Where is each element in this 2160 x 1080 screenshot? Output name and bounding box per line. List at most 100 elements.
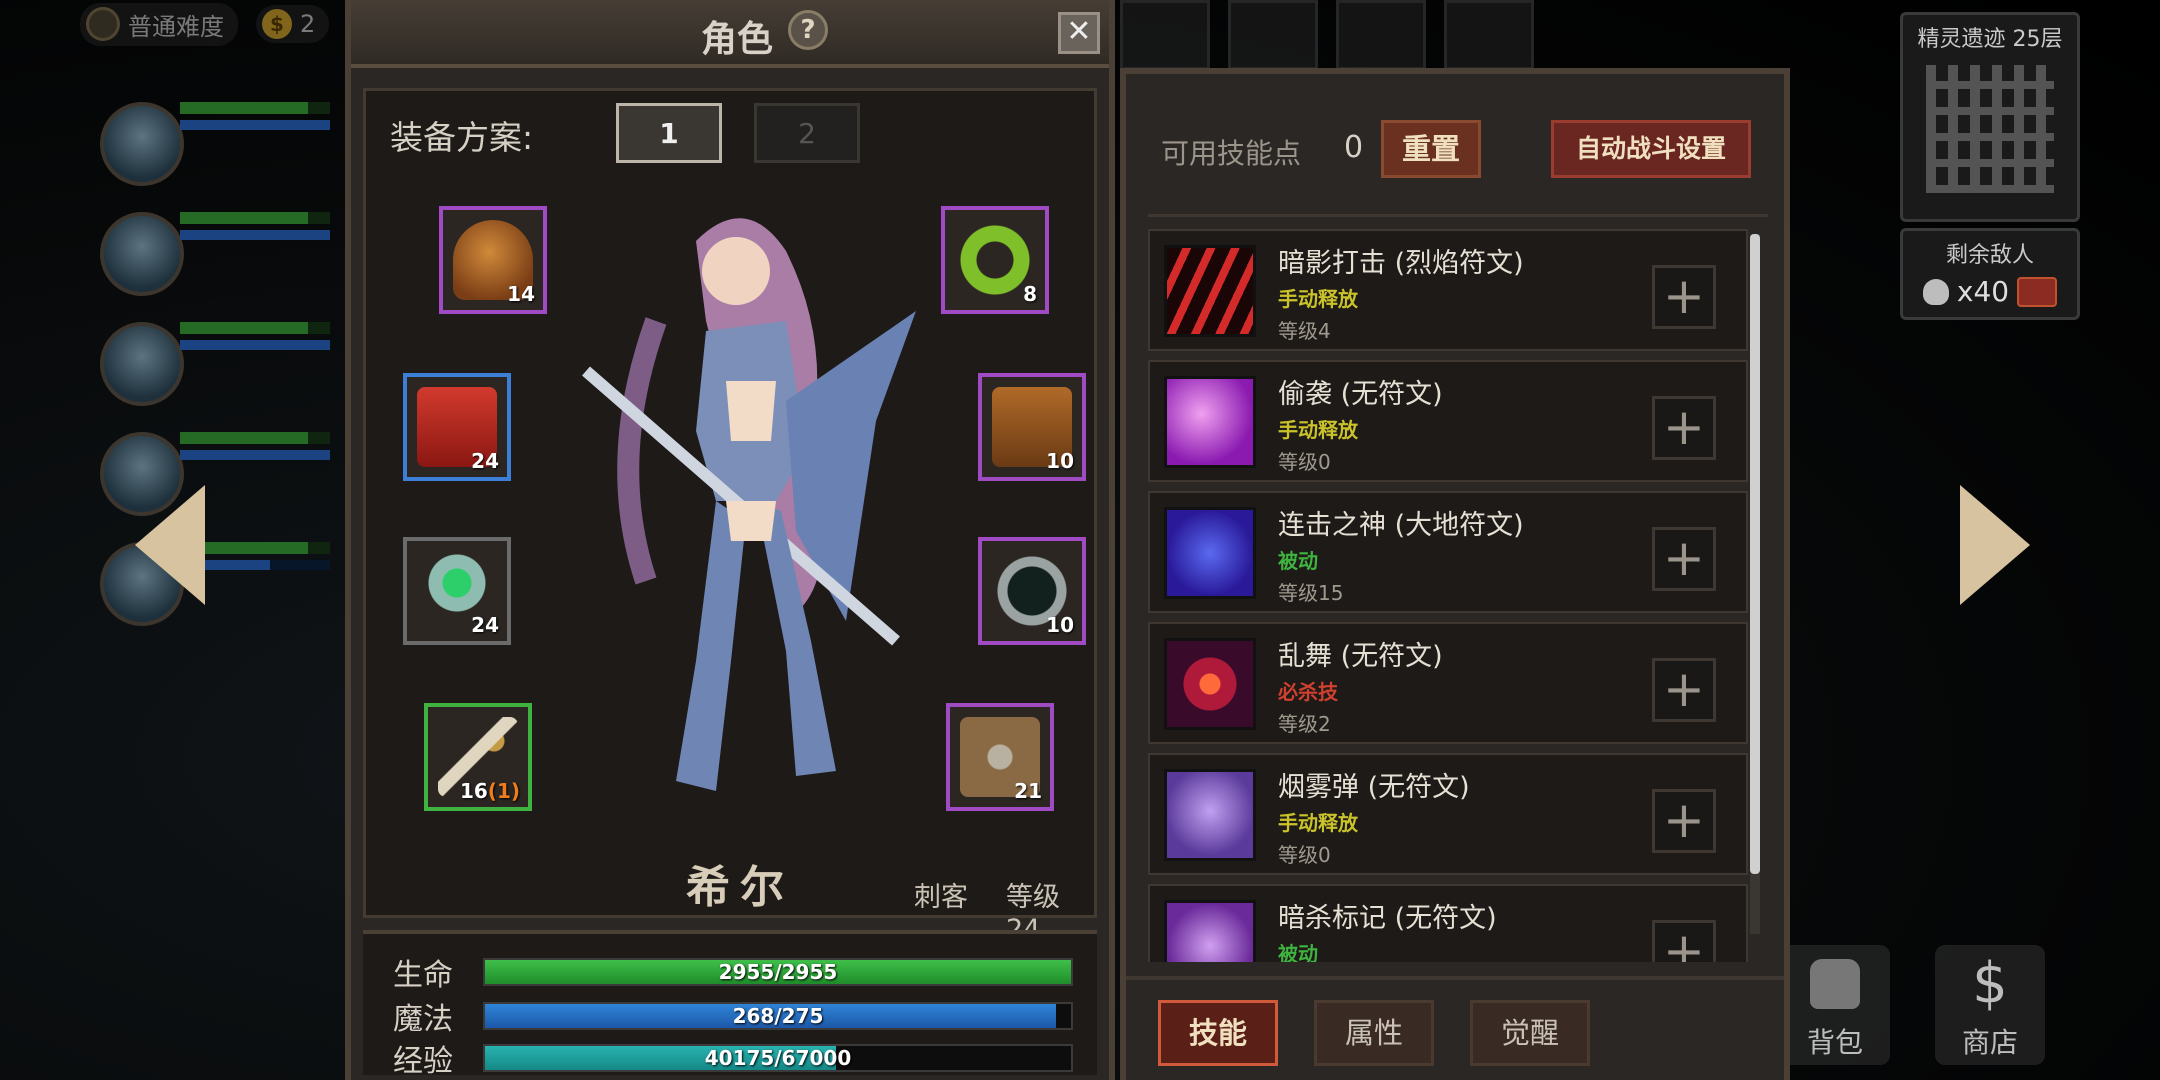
skill-type: 手动释放 bbox=[1278, 811, 1358, 835]
skill-level: 等级0 bbox=[1278, 450, 1331, 474]
remaining-enemies: 剩余敌人 x40 bbox=[1900, 228, 2080, 320]
skill-upgrade-plus-icon[interactable]: + bbox=[1652, 527, 1716, 591]
skill-upgrade-plus-icon[interactable]: + bbox=[1652, 658, 1716, 722]
mp-bar: 268/275 bbox=[483, 1002, 1073, 1030]
bag-label: 背包 bbox=[1806, 1026, 1863, 1059]
skill-type: 被动 bbox=[1278, 549, 1318, 573]
close-button[interactable]: ✕ bbox=[1058, 12, 1100, 54]
frenzy-eye-icon bbox=[1164, 638, 1256, 730]
shield-count: 21 bbox=[1014, 779, 1042, 803]
remaining-enemies-label: 剩余敌人 bbox=[1945, 243, 2034, 268]
equip-slot-shield[interactable]: 21 bbox=[946, 703, 1054, 811]
dollar-icon: $ bbox=[1972, 951, 2008, 1016]
necklace-count: 8 bbox=[1023, 282, 1037, 306]
helmet-count: 14 bbox=[507, 282, 535, 306]
shadow-strike-icon bbox=[1164, 245, 1256, 337]
equip-slot-armor[interactable]: 24 bbox=[403, 373, 511, 481]
hp-bar: 2955/2955 bbox=[483, 958, 1073, 986]
mp-label: 魔法 bbox=[393, 1002, 453, 1037]
backstab-icon bbox=[1164, 376, 1256, 468]
skill-upgrade-plus-icon[interactable]: + bbox=[1652, 920, 1716, 962]
reset-skills-button[interactable]: 重置 bbox=[1381, 120, 1481, 178]
hero-stats: 生命 2955/2955 魔法 268/275 经验 40175/67000 bbox=[363, 930, 1097, 1079]
skill-item[interactable]: 烟雾弹 (无符文) 手动释放 等级0 + bbox=[1148, 753, 1748, 875]
assassin-mark-icon bbox=[1164, 900, 1256, 962]
loadout-label: 装备方案: bbox=[390, 118, 534, 157]
bracelet-count: 10 bbox=[1046, 613, 1074, 637]
xp-label: 经验 bbox=[393, 1044, 453, 1079]
skill-level: 等级2 bbox=[1278, 712, 1331, 736]
skill-points-label: 可用技能点 bbox=[1161, 137, 1302, 170]
skill-name: 乱舞 (无符文) bbox=[1278, 641, 1443, 672]
weapon-plus: (1) bbox=[487, 779, 520, 803]
auto-battle-settings-button[interactable]: 自动战斗设置 bbox=[1551, 120, 1751, 178]
bag-button[interactable]: 背包 bbox=[1780, 945, 1890, 1065]
hp-value: 2955/2955 bbox=[718, 960, 838, 984]
scrollbar-thumb[interactable] bbox=[1750, 234, 1760, 874]
panel-title: 角色 bbox=[701, 19, 774, 60]
skills-panel: 可用技能点 0 重置 自动战斗设置 暗影打击 (烈焰符文) 手动释放 等级4 +… bbox=[1120, 68, 1790, 1080]
shop-label: 商店 bbox=[1961, 1026, 2018, 1059]
skill-upgrade-plus-icon[interactable]: + bbox=[1652, 396, 1716, 460]
equip-slot-ring[interactable]: 24 bbox=[403, 537, 511, 645]
skill-type: 手动释放 bbox=[1278, 287, 1358, 311]
hero-name: 希尔 bbox=[686, 862, 794, 913]
equip-slot-necklace[interactable]: 8 bbox=[941, 206, 1049, 314]
smoke-bomb-icon bbox=[1164, 769, 1256, 861]
tab-awakening[interactable]: 觉醒 bbox=[1470, 1000, 1590, 1066]
loadout-1-button[interactable]: 1 bbox=[616, 103, 722, 163]
hp-row: 生命 2955/2955 bbox=[393, 952, 1073, 993]
equip-slot-helmet[interactable]: 14 bbox=[439, 206, 547, 314]
weapon-level: 16 bbox=[459, 779, 488, 803]
skill-item[interactable]: 连击之神 (大地符文) 被动 等级15 + bbox=[1148, 491, 1748, 613]
skill-list-scrollbar[interactable] bbox=[1750, 234, 1760, 934]
skill-name: 暗影打击 (烈焰符文) bbox=[1278, 248, 1524, 279]
skill-upgrade-plus-icon[interactable]: + bbox=[1652, 265, 1716, 329]
equip-slot-bracelet[interactable]: 10 bbox=[978, 537, 1086, 645]
skills-tabs: 技能 属性 觉醒 bbox=[1126, 976, 1784, 1080]
skill-type: 必杀技 bbox=[1278, 680, 1338, 704]
ring-count: 24 bbox=[471, 613, 499, 637]
maze-map bbox=[1926, 65, 2054, 193]
shop-button[interactable]: $ 商店 bbox=[1935, 945, 2045, 1065]
next-hero-arrow-icon[interactable] bbox=[1960, 485, 2030, 605]
help-button[interactable]: ? bbox=[788, 10, 828, 50]
skill-item[interactable]: 暗影打击 (烈焰符文) 手动释放 等级4 + bbox=[1148, 229, 1748, 351]
equip-slot-boots[interactable]: 10 bbox=[978, 373, 1086, 481]
skill-name: 烟雾弹 (无符文) bbox=[1278, 772, 1470, 803]
xp-bar: 40175/67000 bbox=[483, 1044, 1073, 1072]
skill-list[interactable]: 暗影打击 (烈焰符文) 手动释放 等级4 + 偷袭 (无符文) 手动释放 等级0… bbox=[1148, 214, 1768, 962]
loadout-2-button[interactable]: 2 bbox=[754, 103, 860, 163]
character-panel: 角色 ? ✕ 装备方案: 1 2 14 24 24 16(1) 8 10 10 … bbox=[345, 0, 1115, 1080]
dungeon-floor-title: 精灵遗迹 25层 bbox=[1917, 27, 2063, 52]
skill-points-value: 0 bbox=[1344, 130, 1364, 165]
tab-attributes[interactable]: 属性 bbox=[1314, 1000, 1434, 1066]
skill-name: 偷袭 (无符文) bbox=[1278, 379, 1443, 410]
equip-slot-weapon[interactable]: 16(1) bbox=[424, 703, 532, 811]
dungeon-minimap[interactable]: 精灵遗迹 25层 bbox=[1900, 12, 2080, 222]
skill-item[interactable]: 偷袭 (无符文) 手动释放 等级0 + bbox=[1148, 360, 1748, 482]
boots-count: 10 bbox=[1046, 449, 1074, 473]
xp-row: 经验 40175/67000 bbox=[393, 1038, 1073, 1079]
previous-hero-arrow-icon[interactable] bbox=[135, 485, 205, 605]
mp-row: 魔法 268/275 bbox=[393, 996, 1073, 1037]
armor-count: 24 bbox=[471, 449, 499, 473]
skill-name: 暗杀标记 (无符文) bbox=[1278, 903, 1497, 934]
skill-level: 等级0 bbox=[1278, 843, 1331, 867]
skill-item[interactable]: 乱舞 (无符文) 必杀技 等级2 + bbox=[1148, 622, 1748, 744]
tab-skills[interactable]: 技能 bbox=[1158, 1000, 1278, 1066]
hero-class: 刺客 bbox=[914, 882, 968, 913]
skill-type: 手动释放 bbox=[1278, 418, 1358, 442]
hp-label: 生命 bbox=[393, 958, 453, 993]
remaining-enemies-count: x40 bbox=[1956, 275, 2010, 308]
skull-icon bbox=[1922, 278, 1949, 305]
backpack-icon bbox=[1810, 959, 1860, 1009]
mp-value: 268/275 bbox=[732, 1004, 824, 1028]
skill-type: 被动 bbox=[1278, 942, 1318, 962]
combo-god-icon bbox=[1164, 507, 1256, 599]
equipment-area: 装备方案: 1 2 14 24 24 16(1) 8 10 10 21 希尔 刺… bbox=[363, 88, 1097, 945]
weapon-count: 16(1) bbox=[460, 779, 520, 803]
skill-upgrade-plus-icon[interactable]: + bbox=[1652, 789, 1716, 853]
skill-level: 等级15 bbox=[1278, 581, 1344, 605]
skill-item[interactable]: 暗杀标记 (无符文) 被动 + bbox=[1148, 884, 1748, 962]
